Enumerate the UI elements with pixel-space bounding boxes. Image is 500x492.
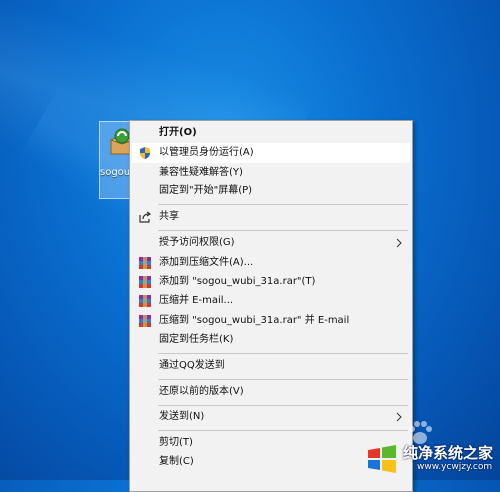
menu-item-compatibility[interactable]: 兼容性疑难解答(Y) bbox=[132, 163, 410, 183]
menu-item-label: 打开(O) bbox=[159, 127, 197, 138]
watermark-title: 纯净系统之家 bbox=[403, 444, 494, 462]
menu-item-label: 以管理员身份运行(A) bbox=[159, 147, 254, 158]
menu-separator bbox=[158, 405, 408, 406]
menu-item-label: 压缩并 E-mail... bbox=[159, 295, 234, 306]
share-icon bbox=[139, 211, 152, 223]
menu-separator bbox=[158, 353, 408, 354]
menu-item-compress-email[interactable]: 压缩并 E-mail... bbox=[132, 291, 410, 311]
menu-item-label: 共享 bbox=[159, 211, 179, 222]
menu-item-run-as-admin[interactable]: 以管理员身份运行(A) bbox=[132, 143, 410, 163]
menu-item-label: 还原以前的版本(V) bbox=[159, 386, 244, 397]
menu-item-label: 通过QQ发送到 bbox=[159, 360, 225, 371]
menu-item-label: 兼容性疑难解答(Y) bbox=[159, 167, 243, 178]
menu-item-restore-versions[interactable]: 还原以前的版本(V) bbox=[132, 382, 410, 402]
menu-item-send-via-qq[interactable]: 通过QQ发送到 bbox=[132, 356, 410, 376]
menu-item-open[interactable]: 打开(O) bbox=[132, 123, 410, 143]
menu-item-label: 复制(C) bbox=[159, 456, 194, 467]
menu-item-pin-taskbar[interactable]: 固定到任务栏(K) bbox=[132, 330, 410, 350]
watermark-url: www.ycwjzy.com bbox=[417, 462, 493, 472]
menu-item-add-to-rar[interactable]: 添加到 "sogou_wubi_31a.rar"(T) bbox=[132, 272, 410, 292]
menu-item-share[interactable]: 共享 bbox=[132, 207, 410, 227]
menu-item-label: 固定到任务栏(K) bbox=[159, 334, 234, 345]
menu-item-label: 固定到"开始"屏幕(P) bbox=[159, 185, 253, 196]
menu-item-grant-access[interactable]: 授予访问权限(G) bbox=[132, 233, 410, 253]
menu-item-send-to[interactable]: 发送到(N) bbox=[132, 407, 410, 427]
context-menu: 打开(O) 以管理员身份运行(A) 兼容性疑难解答(Y) 固定到"开始"屏幕(P… bbox=[129, 120, 413, 492]
menu-separator bbox=[158, 230, 408, 231]
chevron-right-icon bbox=[396, 238, 402, 248]
menu-item-label: 压缩到 "sogou_wubi_31a.rar" 并 E-mail bbox=[159, 315, 350, 326]
winrar-icon bbox=[139, 315, 151, 327]
menu-separator bbox=[158, 430, 408, 431]
site-watermark: 纯净系统之家 www.ycwjzy.com bbox=[355, 440, 500, 480]
chevron-right-icon bbox=[396, 412, 402, 422]
winrar-icon bbox=[139, 257, 151, 269]
menu-separator bbox=[158, 204, 408, 205]
menu-separator bbox=[158, 379, 408, 380]
menu-item-add-to-archive[interactable]: 添加到压缩文件(A)... bbox=[132, 253, 410, 273]
menu-item-pin-start[interactable]: 固定到"开始"屏幕(P) bbox=[132, 181, 410, 201]
winrar-icon bbox=[139, 295, 151, 307]
menu-item-compress-to-rar-email[interactable]: 压缩到 "sogou_wubi_31a.rar" 并 E-mail bbox=[132, 311, 410, 331]
menu-item-label: 授予访问权限(G) bbox=[159, 237, 235, 248]
menu-item-label: 添加到压缩文件(A)... bbox=[159, 257, 254, 268]
windows-logo-icon bbox=[368, 445, 396, 473]
uac-shield-icon bbox=[140, 147, 150, 159]
menu-item-label: 剪切(T) bbox=[159, 437, 193, 448]
menu-item-label: 添加到 "sogou_wubi_31a.rar"(T) bbox=[159, 276, 316, 287]
winrar-icon bbox=[139, 276, 151, 288]
menu-item-label: 发送到(N) bbox=[159, 411, 205, 422]
